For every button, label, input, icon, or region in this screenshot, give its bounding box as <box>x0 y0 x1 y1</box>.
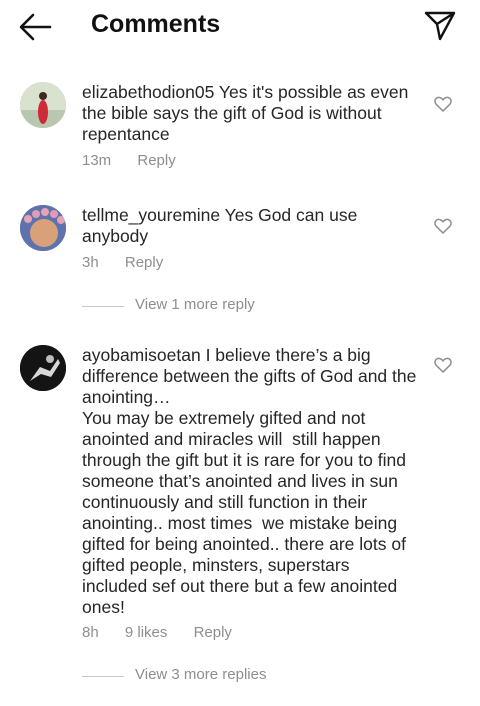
comment-username[interactable]: tellme_youremine <box>82 205 220 225</box>
comment-likes[interactable]: 9 likes <box>125 624 168 641</box>
reply-button[interactable]: Reply <box>137 152 175 169</box>
header-bar: Comments <box>0 0 480 56</box>
page-title: Comments <box>91 10 221 38</box>
view-more-replies-label[interactable]: View 1 more reply <box>135 296 255 313</box>
heart-icon[interactable] <box>434 218 452 234</box>
paper-plane-icon[interactable] <box>424 10 456 42</box>
comment-meta: 13m Reply <box>82 152 198 169</box>
avatar[interactable] <box>20 82 66 128</box>
comment-username[interactable]: ayobamisoetan <box>82 345 201 365</box>
comment-body: I believe there’s a big difference betwe… <box>82 345 417 617</box>
view-more-replies-label[interactable]: View 3 more replies <box>135 666 266 683</box>
avatar[interactable] <box>20 345 66 391</box>
avatar[interactable] <box>20 205 66 251</box>
comment-text: tellme_youremine Yes God can use anybody <box>82 205 418 247</box>
reply-button[interactable]: Reply <box>194 624 232 641</box>
view-more-replies[interactable]: View 1 more reply <box>82 296 382 316</box>
avatar-image <box>20 345 66 391</box>
heart-icon[interactable] <box>434 96 452 112</box>
comment-text: elizabethodion05 Yes it's possible as ev… <box>82 82 418 145</box>
divider-line <box>82 676 124 677</box>
avatar-image <box>20 82 66 128</box>
arrow-left-icon[interactable] <box>18 12 52 42</box>
comment-meta: 3h Reply <box>82 254 185 271</box>
comment-time: 13m <box>82 152 112 169</box>
comment-time: 3h <box>82 254 99 271</box>
comment-text: ayobamisoetan I believe there’s a big di… <box>82 345 418 618</box>
comment-meta: 8h 9 likes Reply <box>82 624 254 641</box>
heart-icon[interactable] <box>434 357 452 373</box>
divider-line <box>82 306 124 307</box>
reply-button[interactable]: Reply <box>125 254 163 271</box>
view-more-replies[interactable]: View 3 more replies <box>82 666 382 686</box>
comment-username[interactable]: elizabethodion05 <box>82 82 214 102</box>
comment-time: 8h <box>82 624 99 641</box>
avatar-image <box>20 205 66 251</box>
